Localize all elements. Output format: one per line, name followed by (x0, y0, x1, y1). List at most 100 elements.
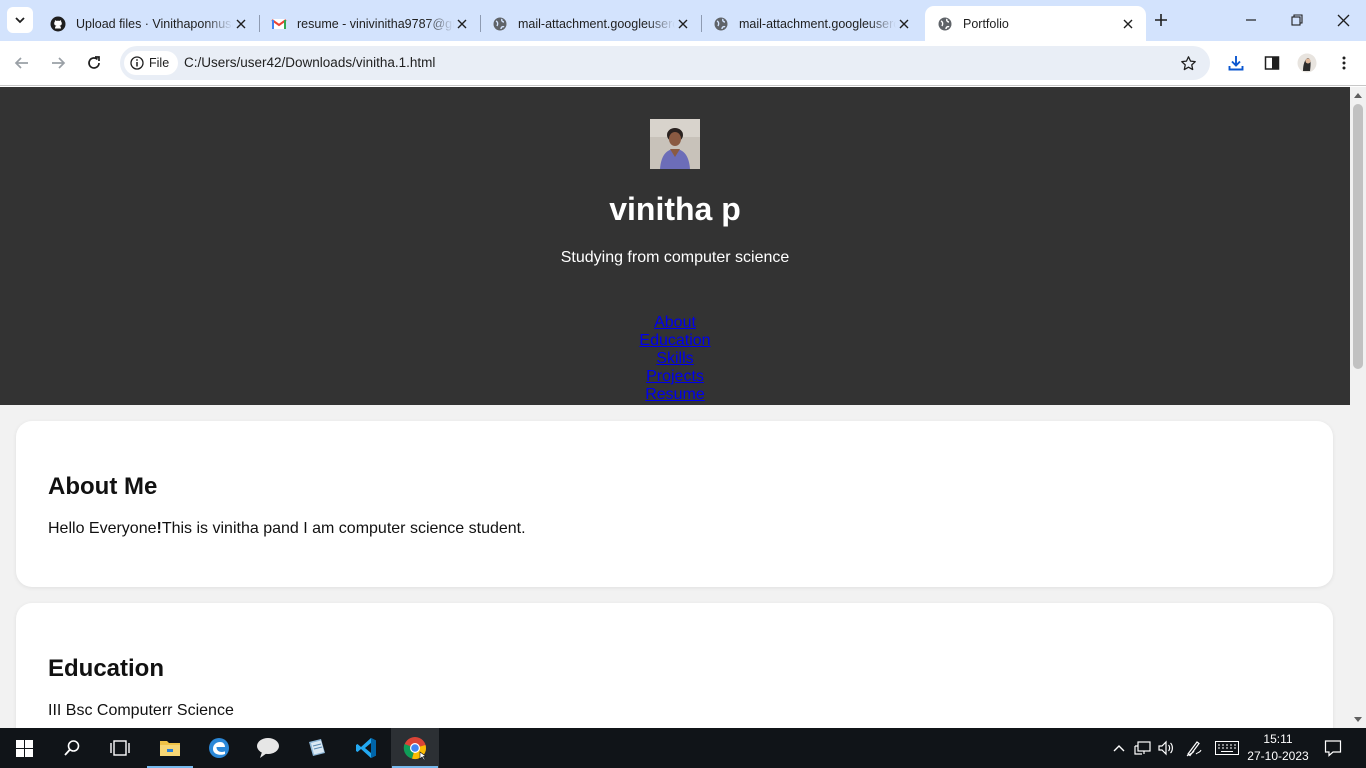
site-header: vinitha p Studying from computer science… (0, 87, 1350, 405)
taskbar-app-chrome[interactable] (391, 728, 439, 768)
clock-time: 15:11 (1263, 732, 1293, 746)
site-nav: About Education Skills Projects Resume (0, 314, 1350, 404)
chat-icon (257, 738, 279, 758)
gmail-icon (271, 18, 287, 29)
tab-portfolio[interactable]: Portfolio (925, 6, 1146, 41)
globe-icon (714, 17, 728, 30)
avatar-icon (1297, 53, 1317, 73)
nav-link-skills[interactable]: Skills (0, 350, 1350, 368)
tab-title: mail-attachment.googleusercontent.com (518, 16, 675, 31)
close-tab-icon[interactable] (454, 16, 470, 32)
about-section: About Me Hello Everyone!This is vinitha … (16, 421, 1333, 587)
globe-icon (938, 17, 952, 30)
tab-strip: Upload files · Vinithaponnusamy resume -… (0, 0, 1366, 41)
close-tab-icon[interactable] (233, 16, 249, 32)
back-button[interactable] (8, 49, 36, 77)
task-view-button[interactable] (96, 728, 144, 768)
star-icon (1180, 55, 1196, 70)
taskbar-search-button[interactable] (48, 728, 96, 768)
notepad-icon (309, 739, 325, 756)
pen-icon (1186, 741, 1202, 757)
file-explorer-icon (160, 741, 180, 756)
taskbar-app-file-explorer[interactable] (146, 728, 194, 768)
reload-button[interactable] (80, 49, 108, 77)
pen-button[interactable] (1184, 738, 1204, 758)
nav-link-education[interactable]: Education (0, 332, 1350, 350)
system-clock[interactable]: 15:11 27-10-2023 (1240, 731, 1316, 765)
notifications-button[interactable] (1323, 738, 1343, 758)
chevron-up-icon (1113, 745, 1125, 752)
scrollbar-thumb[interactable] (1353, 104, 1363, 369)
triangle-up-icon (1354, 93, 1362, 98)
more-vert-icon (1342, 56, 1346, 70)
tab-mail-attachment-1[interactable]: mail-attachment.googleusercontent.com (480, 6, 701, 41)
minimize-button[interactable] (1228, 0, 1274, 40)
close-tab-icon[interactable] (896, 16, 912, 32)
taskbar-app-edge[interactable] (195, 728, 243, 768)
page-viewport: vinitha p Studying from computer science… (0, 87, 1350, 728)
close-tab-icon[interactable] (675, 16, 691, 32)
globe-icon (493, 17, 507, 30)
profile-photo (650, 119, 700, 169)
keyboard-icon (1215, 741, 1239, 755)
tab-title: Portfolio (963, 16, 1009, 31)
plus-icon (1155, 14, 1167, 26)
close-tab-icon[interactable] (1120, 16, 1136, 32)
clock-date: 27-10-2023 (1247, 749, 1309, 763)
education-heading: Education (48, 655, 165, 682)
close-icon (1337, 14, 1349, 26)
github-icon (50, 16, 66, 31)
nav-link-resume[interactable]: Resume (0, 386, 1350, 404)
start-button[interactable] (0, 728, 48, 768)
bookmark-button[interactable] (1178, 53, 1198, 73)
close-window-button[interactable] (1320, 0, 1366, 40)
vscode-icon (356, 738, 376, 758)
reload-icon (88, 56, 100, 69)
tab-github-upload[interactable]: Upload files · Vinithaponnusamy (38, 6, 259, 41)
show-hidden-icons-button[interactable] (1109, 738, 1129, 758)
tab-title: mail-attachment.googleusercontent.com (739, 16, 896, 31)
new-tab-button[interactable] (1149, 8, 1173, 32)
site-info-label: File (149, 56, 170, 70)
nav-link-projects[interactable]: Projects (0, 368, 1350, 386)
network-icon (1134, 741, 1151, 755)
start-icon (15, 739, 33, 757)
tab-mail-attachment-2[interactable]: mail-attachment.googleusercontent.com (701, 6, 922, 41)
arrow-right-icon (52, 57, 66, 69)
taskbar-app-chat[interactable] (244, 728, 292, 768)
site-info-chip[interactable]: File (124, 51, 179, 75)
tab-title: Upload files · Vinithaponnusamy (76, 16, 233, 31)
network-button[interactable] (1133, 738, 1153, 758)
nav-link-about[interactable]: About (0, 314, 1350, 332)
downloads-button[interactable] (1224, 51, 1248, 75)
minimize-icon (1246, 19, 1256, 21)
edge-icon (209, 738, 229, 758)
taskbar-app-notepad[interactable] (293, 728, 341, 768)
scroll-up-arrow[interactable] (1350, 87, 1366, 103)
touch-keyboard-button[interactable] (1214, 738, 1240, 758)
search-icon (64, 740, 80, 756)
tab-gmail-resume[interactable]: resume - vinivinitha9787@gmail.com (259, 6, 480, 41)
about-text-start: Hello Everyone (48, 520, 157, 537)
volume-button[interactable] (1157, 738, 1177, 758)
restore-button[interactable] (1274, 0, 1320, 40)
browser-menu-button[interactable] (1332, 51, 1356, 75)
about-heading: About Me (48, 473, 158, 500)
url-text[interactable]: C:/Users/user42/Downloads/vinitha.1.html (184, 55, 435, 70)
forward-button[interactable] (44, 49, 72, 77)
restore-icon (1291, 14, 1303, 26)
tagline: Studying from computer science (560, 249, 790, 266)
download-icon (1228, 56, 1244, 71)
tab-search-button[interactable] (7, 7, 33, 33)
taskbar-app-vscode[interactable] (342, 728, 390, 768)
page-scrollbar[interactable] (1350, 87, 1366, 728)
scroll-down-arrow[interactable] (1350, 712, 1366, 728)
side-panel-button[interactable] (1260, 51, 1284, 75)
profile-button[interactable] (1295, 51, 1319, 75)
address-bar[interactable]: File C:/Users/user42/Downloads/vinitha.1… (120, 46, 1210, 80)
about-text-end: This is vinitha pand I am computer scien… (161, 520, 526, 537)
chrome-icon (403, 737, 427, 760)
tab-title: resume - vinivinitha9787@gmail.com (297, 16, 454, 31)
about-text: Hello Everyone!This is vinitha pand I am… (48, 519, 526, 539)
info-icon (130, 56, 144, 70)
